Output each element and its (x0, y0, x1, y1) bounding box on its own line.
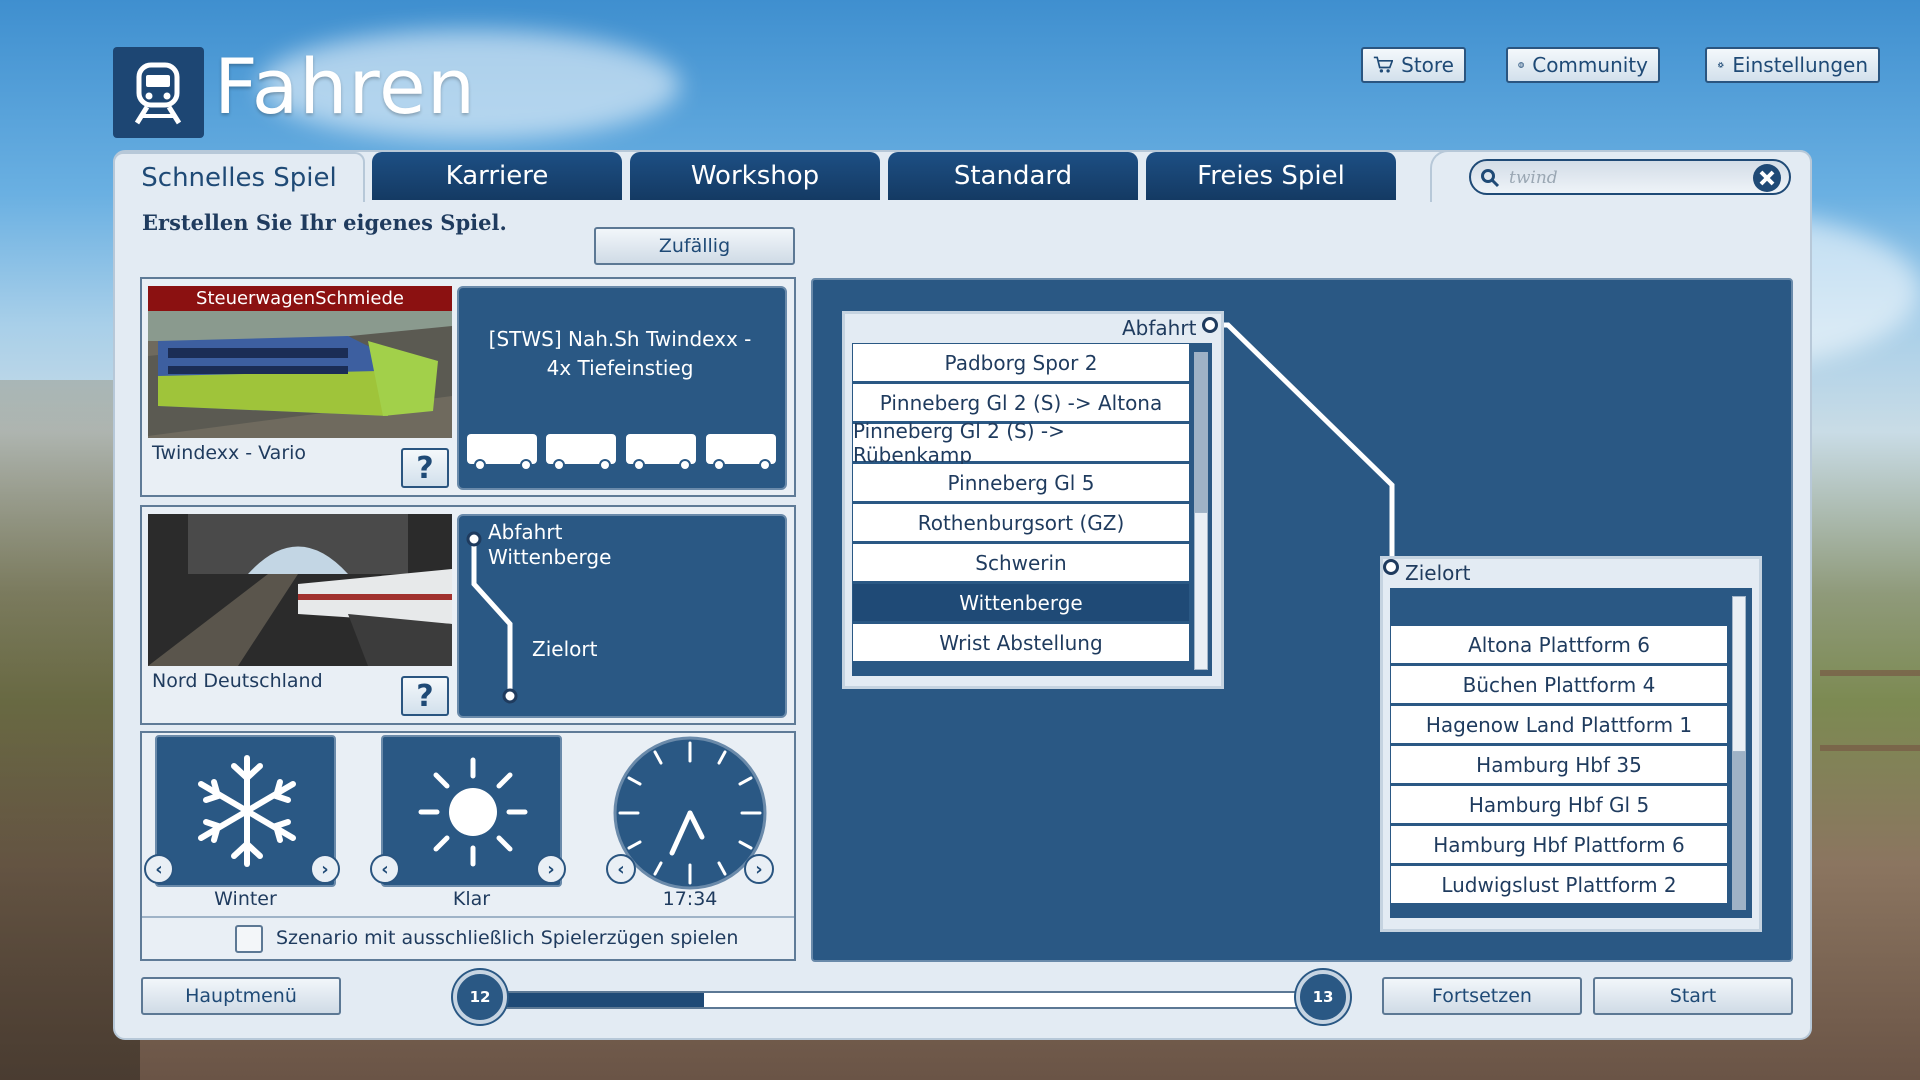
gear-icon (1717, 62, 1724, 68)
chevron-right-icon: › (321, 858, 329, 880)
season-next-button[interactable]: › (310, 854, 340, 884)
season-card[interactable] (155, 735, 336, 887)
continue-button[interactable]: Fortsetzen (1382, 977, 1582, 1015)
weather-prev-button[interactable]: ‹ (370, 854, 400, 884)
route-help-button[interactable]: ? (401, 676, 449, 716)
player-only-checkbox[interactable] (235, 925, 263, 953)
community-label: Community (1532, 53, 1648, 77)
route-start-value: Wittenberge (488, 545, 612, 569)
train-banner: SteuerwagenSchmiede (196, 288, 404, 309)
close-icon (1759, 170, 1775, 186)
train-help-button[interactable]: ? (401, 448, 449, 488)
time-prev-button[interactable]: ‹ (606, 854, 636, 884)
step-current-indicator: 12 (453, 970, 507, 1024)
progress-bar (503, 991, 1303, 1009)
random-button[interactable]: Zufällig (594, 227, 795, 265)
departure-item[interactable]: Pinneberg Gl 2 (S) -> Rübenkamp (853, 419, 1189, 467)
search-bar[interactable] (1469, 159, 1791, 195)
departure-label: Abfahrt (1122, 316, 1197, 340)
sun-icon (418, 757, 528, 867)
departure-item[interactable]: Schwerin (853, 544, 1189, 581)
time-label: 17:34 (662, 888, 718, 910)
chevron-right-icon: › (547, 858, 555, 880)
train-detail-text: [STWS] Nah.Sh Twindexx - 4x Tiefeinstieg (488, 327, 752, 380)
train-logo-icon (113, 47, 204, 138)
departure-item[interactable]: Pinneberg Gl 2 (S) -> Altona (853, 384, 1189, 421)
clear-search-button[interactable] (1753, 164, 1781, 192)
player-only-label: Szenario mit ausschließlich Spielerzügen… (276, 927, 739, 949)
destination-item[interactable]: Ludwigslust Plattform 2 (1391, 866, 1727, 903)
settings-label: Einstellungen (1732, 53, 1868, 77)
departure-item[interactable]: Padborg Spor 2 (853, 344, 1189, 381)
destination-item[interactable]: Büchen Plattform 4 (1391, 666, 1727, 703)
destination-item[interactable]: Hamburg Hbf Gl 5 (1391, 786, 1727, 823)
divider (142, 916, 794, 918)
globe-icon (1518, 62, 1524, 68)
cart-icon (1373, 56, 1394, 73)
destination-item[interactable]: Hamburg Hbf Plattform 6 (1391, 826, 1727, 863)
store-button[interactable]: Store (1361, 47, 1466, 83)
destination-label: Zielort (1405, 561, 1471, 585)
main-menu-button[interactable]: Hauptmenü (141, 977, 341, 1015)
start-button[interactable]: Start (1593, 977, 1793, 1015)
weather-next-button[interactable]: › (536, 854, 566, 884)
train-name: Twindexx - Vario (152, 442, 307, 464)
tab-workshop[interactable]: Workshop (630, 152, 880, 200)
route-connector (1210, 322, 1395, 568)
background-fence (1820, 670, 1920, 676)
background-fence (1820, 745, 1920, 751)
time-next-button[interactable]: › (744, 854, 774, 884)
weather-card[interactable] (381, 735, 562, 887)
search-input[interactable] (1507, 165, 1741, 191)
route-name: Nord Deutschland (152, 670, 323, 692)
departure-item[interactable]: Pinneberg Gl 5 (853, 464, 1189, 501)
app-title: Fahren (214, 42, 476, 131)
tab-standard[interactable]: Standard (888, 152, 1138, 200)
departure-item[interactable]: Rothenburgsort (GZ) (853, 504, 1189, 541)
chevron-left-icon: ‹ (617, 858, 625, 880)
weather-label: Klar (452, 888, 491, 910)
settings-button[interactable]: Einstellungen (1705, 47, 1880, 83)
departure-connector-icon (1202, 317, 1218, 333)
snowflake-icon (198, 755, 296, 867)
progress-fill (505, 993, 704, 1007)
destination-item[interactable]: Altona Plattform 6 (1391, 626, 1727, 663)
search-icon (1481, 169, 1500, 188)
destination-item[interactable]: Hagenow Land Plattform 1 (1391, 706, 1727, 743)
destination-scrollbar-thumb[interactable] (1732, 596, 1746, 752)
departure-scrollbar-thumb[interactable] (1194, 512, 1208, 670)
community-button[interactable]: Community (1506, 47, 1660, 83)
season-prev-button[interactable]: ‹ (144, 854, 174, 884)
tab-schnelles-spiel[interactable]: Schnelles Spiel (113, 152, 365, 202)
route-dest-label: Zielort (532, 637, 598, 661)
route-start-label: Abfahrt (488, 520, 563, 544)
chevron-left-icon: ‹ (155, 858, 163, 880)
store-label: Store (1401, 53, 1454, 77)
tab-freies-spiel[interactable]: Freies Spiel (1146, 152, 1396, 200)
tab-karriere[interactable]: Karriere (372, 152, 622, 200)
chevron-right-icon: › (755, 858, 763, 880)
season-label: Winter (214, 888, 277, 910)
destination-item[interactable]: Hamburg Hbf 35 (1391, 746, 1727, 783)
chevron-left-icon: ‹ (381, 858, 389, 880)
destination-connector-icon (1383, 559, 1399, 575)
departure-item[interactable]: Wrist Abstellung (853, 624, 1189, 661)
route-thumbnail[interactable] (148, 514, 452, 666)
departure-item-selected[interactable]: Wittenberge (853, 584, 1189, 621)
step-next-indicator: 13 (1296, 970, 1350, 1024)
page-subtitle: Erstellen Sie Ihr eigenes Spiel. (142, 210, 507, 235)
